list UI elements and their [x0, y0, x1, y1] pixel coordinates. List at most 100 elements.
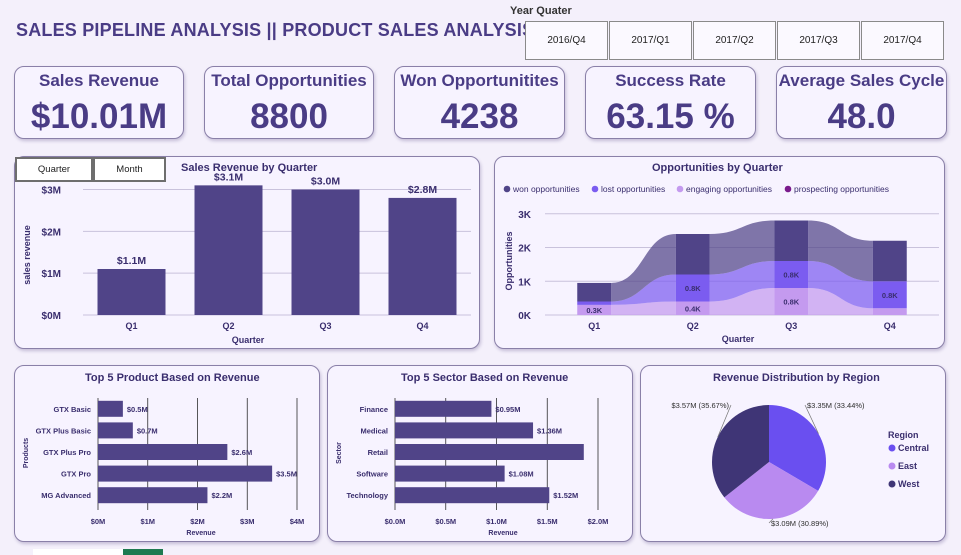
legend-marker	[888, 444, 896, 452]
data-label: $3.1M	[214, 171, 243, 183]
bar-medical	[395, 422, 534, 439]
data-label: $1.08M	[509, 470, 534, 479]
page-tab-active[interactable]	[123, 549, 163, 555]
legend-label: prospecting opportunities	[794, 184, 889, 194]
x-tick-label: $2.0M	[588, 517, 609, 526]
legend-marker	[888, 480, 896, 488]
kpi-label: Total Opportunities	[211, 71, 367, 90]
y-tick-label: $1M	[42, 269, 61, 280]
data-label: $2.6M	[231, 448, 252, 457]
kpi-label: Average Sales Cycle	[778, 71, 945, 90]
category-label: GTX Plus Basic	[36, 426, 91, 435]
bar-q1	[97, 269, 166, 315]
bar-segment-engaging-q4	[872, 308, 907, 315]
page-title: SALES PIPELINE ANALYSIS || PRODUCT SALES…	[16, 20, 535, 40]
bar-segment-won-q1	[577, 282, 612, 302]
bar-retail	[395, 444, 584, 460]
bar-mg-advanced	[98, 487, 208, 504]
slicer-option-2016-q4[interactable]: 2016/Q4	[525, 21, 608, 60]
x-tick-label: Q1	[588, 321, 600, 331]
data-label: $1.52M	[553, 491, 578, 500]
opportunities-by-quarter-card: Opportunities by Quarter won opportuniti…	[494, 156, 945, 349]
bar-segment-lost-q1	[577, 301, 612, 305]
category-label: GTX Pro	[61, 470, 91, 479]
bar-segment-won-q4	[872, 240, 907, 282]
data-label: 0.8K	[882, 291, 898, 300]
legend-title: Region	[888, 430, 919, 440]
bar-technology	[395, 487, 550, 504]
kpi-label: Success Rate	[615, 71, 726, 90]
pie-data-label: $3.57M (35.67%)	[671, 401, 729, 410]
data-label: $2.8M	[408, 184, 437, 196]
category-label: Technology	[346, 491, 388, 500]
kpi-value: 63.15 %	[606, 97, 735, 136]
category-label: Medical	[360, 426, 388, 435]
x-axis-label: Quarter	[232, 335, 265, 345]
x-tick-label: $1.5M	[537, 517, 558, 526]
x-axis-label: Revenue	[488, 530, 517, 537]
data-label: $1.1M	[117, 255, 146, 267]
x-tick-label: $1M	[140, 517, 155, 526]
data-label: 0.8K	[783, 298, 799, 307]
top5-sectors-chart: $0.95M $1.36M $1.08M $1.52M Finance Medical R…	[336, 398, 609, 537]
bar-q4	[388, 197, 457, 315]
y-axis-label: Products	[23, 438, 30, 468]
revenue-by-region-chart: $3.35M (33.44%) $3.09M (30.89%) $3.57M (35…	[671, 401, 929, 528]
data-label: $2.2M	[211, 491, 232, 500]
bar-gtx-plus-pro	[98, 444, 228, 460]
y-tick-label: 2K	[518, 244, 532, 255]
kpi-value: 48.0	[827, 97, 896, 136]
bar-segment-won-q3	[774, 220, 809, 261]
revenue-by-quarter-card: Quarter Month Sales Revenue by Quarter $…	[14, 156, 480, 349]
x-axis-label: Quarter	[722, 334, 755, 344]
x-tick-label: Q4	[416, 321, 428, 331]
bar-gtx-basic	[98, 400, 123, 417]
bar-q2	[194, 185, 263, 315]
slicer-option-2017-q4[interactable]: 2017/Q4	[861, 21, 944, 60]
y-tick-label: 1K	[518, 277, 532, 288]
legend-marker	[888, 462, 896, 470]
data-label: $0.95M	[495, 405, 520, 414]
data-label: 0.8K	[783, 271, 799, 280]
bar-finance	[395, 400, 492, 417]
y-tick-label: 3K	[518, 210, 532, 221]
kpi-card-won-opportunities: Won Opportunitites 4238	[394, 66, 565, 139]
bar-q3	[291, 189, 360, 315]
x-tick-label: Q3	[785, 321, 797, 331]
data-label: $3.5M	[276, 470, 297, 479]
kpi-value: 8800	[250, 97, 328, 136]
slicer-option-2017-q3[interactable]: 2017/Q3	[777, 21, 860, 60]
top5-products-card: Top 5 Product Based on Revenue $0.5M $0.7…	[14, 365, 320, 542]
y-axis-label: Opportunities	[504, 232, 514, 291]
y-tick-label: $3M	[42, 186, 61, 197]
x-tick-label: $0.5M	[435, 517, 456, 526]
top5-sectors-card: Top 5 Sector Based on Revenue $0.95M $1.3…	[327, 365, 633, 542]
legend-marker	[591, 185, 599, 193]
legend-marker	[676, 185, 684, 193]
slicer-option-2017-q2[interactable]: 2017/Q2	[693, 21, 776, 60]
bar-gtx-plus-basic	[98, 422, 133, 439]
pie-data-label: $3.35M (33.44%)	[807, 401, 865, 410]
data-label: 0.8K	[685, 284, 701, 293]
kpi-value: $10.01M	[30, 97, 168, 136]
bar-segment-won-q2	[675, 234, 710, 275]
x-tick-label: $3M	[240, 517, 255, 526]
bar-software	[395, 465, 505, 482]
kpi-label: Won Opportunitites	[400, 71, 559, 90]
legend-label: won opportunities	[512, 184, 580, 194]
legend-label: Central	[898, 443, 929, 453]
x-tick-label: Q2	[687, 321, 699, 331]
data-label: 0.3K	[586, 306, 602, 315]
slicer-option-2017-q1[interactable]: 2017/Q1	[609, 21, 692, 60]
y-axis-label: sales revenue	[22, 225, 32, 285]
x-tick-label: $0M	[91, 517, 106, 526]
kpi-card-average-sales-cycle: Average Sales Cycle 48.0	[776, 66, 947, 139]
category-label: Software	[356, 470, 388, 479]
kpi-label: Sales Revenue	[38, 71, 159, 90]
year-quarter-slicer-label: Year Quater	[510, 5, 572, 17]
y-tick-label: $2M	[42, 227, 61, 238]
page-tab[interactable]	[33, 549, 123, 555]
kpi-value: 4238	[440, 97, 519, 136]
x-tick-label: $2M	[190, 517, 205, 526]
legend-marker	[503, 185, 511, 193]
